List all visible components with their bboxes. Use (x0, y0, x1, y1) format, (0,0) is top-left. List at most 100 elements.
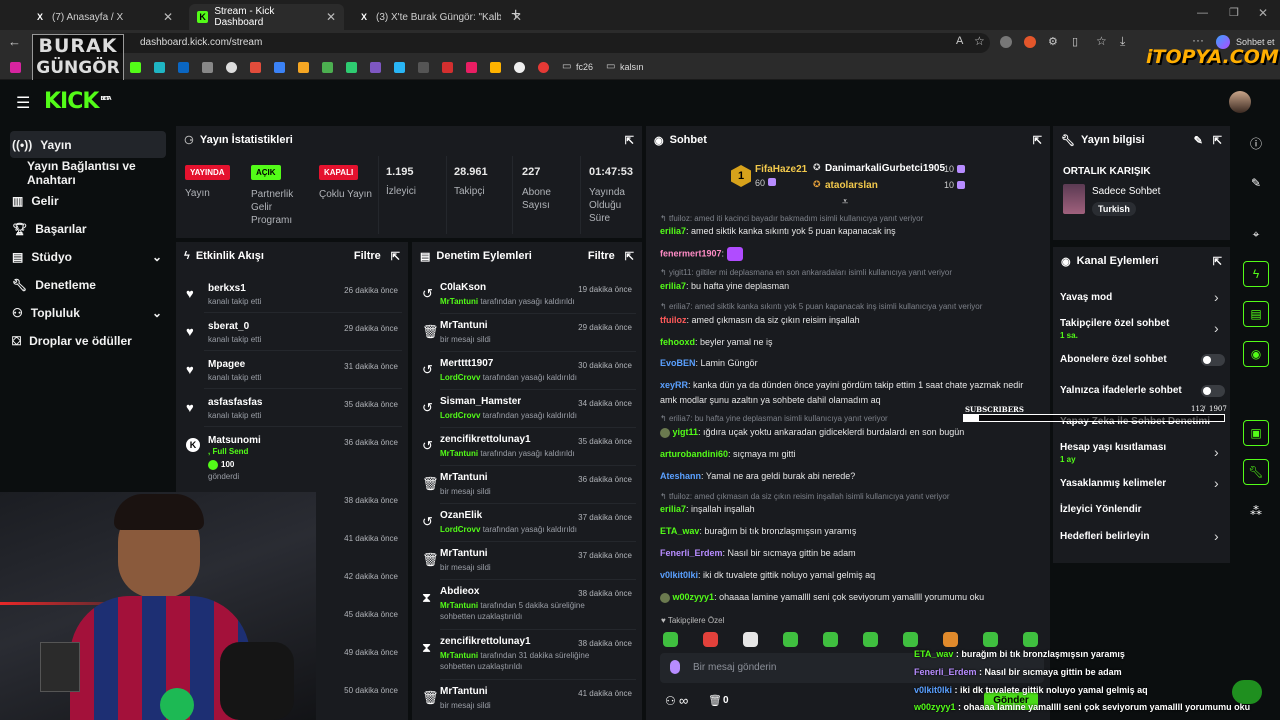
bookmark-icon[interactable] (538, 62, 549, 73)
chat-username[interactable]: arturobandini60 (660, 449, 728, 459)
moderator-name[interactable]: LordCrovv (440, 373, 480, 382)
bookmark-icon[interactable] (442, 62, 453, 73)
bookmark-icon[interactable] (370, 62, 381, 73)
chat-username[interactable]: ETA_wav (660, 526, 699, 536)
wrench-icon[interactable]: 🔧︎ (1243, 459, 1269, 485)
chat-username[interactable]: erilia7 (660, 504, 686, 514)
emote-icon[interactable] (863, 632, 878, 647)
favorite-star-icon[interactable]: ☆ (974, 34, 985, 48)
info-icon[interactable]: ⓘ (1243, 130, 1269, 156)
top-gifter-name[interactable]: DanimarkaliGurbetci1905 (825, 163, 945, 174)
url-field[interactable]: dashboard.kick.com/stream (60, 33, 990, 53)
edit-pencil-icon[interactable]: ✎ (1194, 134, 1203, 147)
moderator-name[interactable]: MrTantuni (440, 449, 478, 458)
bookmark-icon[interactable] (202, 62, 213, 73)
instagram-bookmark-icon[interactable] (10, 62, 21, 73)
moderator-name[interactable]: MrTantuni (440, 651, 478, 660)
chat-username[interactable]: yigt11 (673, 427, 699, 437)
chevron-right-icon[interactable]: › (1214, 289, 1219, 305)
subs-only-toggle[interactable] (1201, 354, 1225, 366)
bookmark-icon[interactable] (154, 62, 165, 73)
sidebar-item-topluluk[interactable]: ⚇ Topluluk ⌄ (12, 300, 162, 326)
downloads-icon[interactable]: ⤓ (1120, 34, 1125, 49)
emote-icon[interactable] (703, 632, 718, 647)
chevron-right-icon[interactable]: › (1214, 475, 1219, 491)
close-window-button[interactable]: ✕ (1258, 6, 1268, 20)
username[interactable]: MrTantuni (440, 320, 488, 331)
chat-username[interactable]: w00zyyy1 (673, 592, 715, 602)
action-account-age[interactable]: Hesap yaşı kısıtlaması (1060, 442, 1166, 453)
username[interactable]: OzanElik (440, 510, 482, 521)
emote-picker-icon[interactable] (670, 660, 680, 674)
sidebar-item-gelir[interactable]: ▥ Gelir (12, 188, 59, 214)
emote-icon[interactable] (903, 632, 918, 647)
chat-username[interactable]: Fenerli_Erdem (660, 548, 723, 558)
category-name[interactable]: Sadece Sohbet (1092, 186, 1160, 197)
popout-icon[interactable]: ⇱ (1033, 134, 1042, 147)
sidebar-item-denetleme[interactable]: 🔧︎ Denetleme (12, 272, 96, 298)
popout-icon[interactable]: ⇱ (1213, 134, 1222, 147)
edit-pencil-icon[interactable]: ✎ (1243, 170, 1269, 196)
emote-icon[interactable] (823, 632, 838, 647)
bookmark-icon[interactable] (298, 62, 309, 73)
chat-username[interactable]: fenermert1907 (660, 248, 722, 258)
extensions-icon[interactable]: ⚙ (1048, 35, 1058, 48)
document-icon[interactable]: ▤ (1243, 301, 1269, 327)
username[interactable]: asfasfasfas (208, 397, 262, 408)
username[interactable]: MrTantuni (440, 472, 488, 483)
username[interactable]: berkxs1 (208, 283, 246, 294)
username[interactable]: Abdieox (440, 586, 479, 597)
read-aloud-icon[interactable]: A (956, 35, 963, 47)
sidebar-item-droplar[interactable]: ⛋ Droplar ve ödüller (12, 328, 132, 354)
username[interactable]: MrTantuni (440, 548, 488, 559)
bookmark-icon[interactable] (226, 62, 237, 73)
filter-button[interactable]: Filtre (354, 250, 381, 262)
language-tag[interactable]: Turkish (1092, 202, 1136, 216)
popout-icon[interactable]: ⇱ (1213, 255, 1222, 268)
chat-bubble-icon[interactable]: ◉ (1243, 341, 1269, 367)
username[interactable]: Mertttt1907 (440, 358, 493, 369)
username[interactable]: C0laKson (440, 282, 486, 293)
action-subs-only[interactable]: Abonelere özel sohbet (1060, 354, 1167, 365)
bookmark-icon[interactable] (394, 62, 405, 73)
chat-username[interactable]: erilia7 (660, 226, 686, 236)
chat-username[interactable]: tfuiloz (660, 315, 687, 325)
emote-icon[interactable] (663, 632, 678, 647)
community-icon[interactable]: ⚇ (665, 694, 676, 708)
username[interactable]: Mpagee (208, 359, 245, 370)
popout-icon[interactable]: ⇱ (391, 250, 400, 263)
bookmark-icon[interactable] (274, 62, 285, 73)
drive-bookmark-icon[interactable] (322, 62, 333, 73)
chat-username[interactable]: xeyRR (660, 380, 688, 390)
bookmark-icon[interactable] (418, 62, 429, 73)
close-tab-icon[interactable]: ✕ (326, 10, 336, 24)
username[interactable]: zencifikrettolunay1 (440, 636, 531, 647)
kick-logo[interactable]: KICK BETA (44, 89, 112, 114)
menu-icon[interactable]: ☰ (16, 93, 30, 113)
action-slow-mode[interactable]: Yavaş mod (1060, 292, 1112, 303)
action-followers-only[interactable]: Takipçilere özel sohbet (1060, 318, 1169, 329)
bookmark-icon[interactable] (466, 62, 477, 73)
username[interactable]: MrTantuni (440, 686, 488, 697)
tab-kick-dashboard[interactable]: K Stream - Kick Dashboard ✕ (189, 4, 344, 30)
emote-icon[interactable] (943, 632, 958, 647)
username[interactable]: zencifikrettolunay1 (440, 434, 531, 445)
moderator-name[interactable]: MrTantuni (440, 601, 478, 610)
sidebar-item-yayin[interactable]: ((•)) Yayın (12, 132, 72, 158)
crosshair-icon[interactable]: ⌖ (1243, 221, 1269, 247)
username[interactable]: Sisman_Hamster (440, 396, 521, 407)
action-raid[interactable]: İzleyici Yönlendir (1060, 504, 1142, 515)
action-emotes-only[interactable]: Yalnızca ifadelerle sohbet (1060, 385, 1182, 396)
moderator-name[interactable]: MrTantuni (440, 297, 478, 306)
settings-dots-icon[interactable]: ⁂ (1243, 498, 1269, 524)
action-goals[interactable]: Hedefleri belirleyin (1060, 531, 1149, 542)
sidebar-item-basarilar[interactable]: 🏆︎ Başarılar (12, 216, 87, 242)
moderator-name[interactable]: LordCrovv (440, 411, 480, 420)
chat-username[interactable]: Ateshann (660, 471, 701, 481)
top-gifter-name[interactable]: ataolarslan (825, 180, 878, 191)
chat-username[interactable]: EvoBEN (660, 358, 696, 368)
sidebar-item-studyo[interactable]: ▤ Stüdyo ⌄ (12, 244, 162, 270)
emote-icon[interactable] (743, 632, 758, 647)
chevron-down-icon[interactable]: ⌄ (152, 250, 162, 264)
sidebar-item-stream-key[interactable]: Yayın Bağlantısı ve Anahtarı (27, 159, 175, 187)
